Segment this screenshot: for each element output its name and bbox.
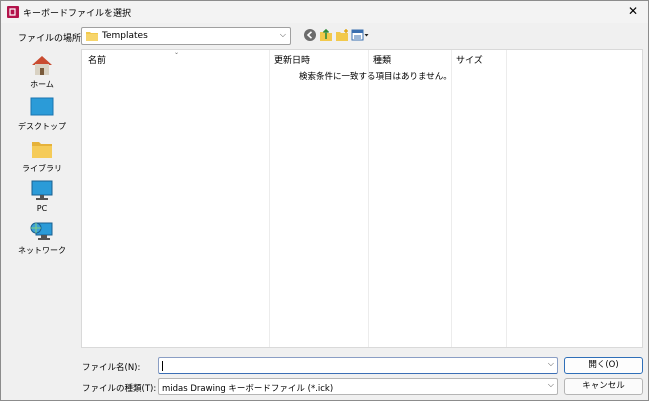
sort-arrow-icon: ⌄ [174,49,180,56]
column-divider [269,50,270,347]
column-header-size[interactable]: サイズ [456,53,483,66]
close-button[interactable]: ✕ [618,1,648,23]
filetype-select[interactable]: midas Drawing キーボードファイル (*.ick) ⌵ [158,378,558,395]
filetype-value: midas Drawing キーボードファイル (*.ick) [162,384,334,394]
look-in-value: Templates [102,31,148,41]
places-bar: ホーム デスクトップ ライブラリ PC ネットワーク [9,49,75,349]
network-icon [30,222,53,240]
column-divider [368,50,369,347]
place-home[interactable]: ホーム [9,54,75,92]
column-divider [451,50,452,347]
app-logo-icon [7,6,19,18]
filename-label: ファイル名(N): [82,363,141,373]
file-list[interactable]: ⌄ 名前 更新日時 種類 サイズ 検索条件に一致する項目はありません。 [81,49,643,348]
place-pc[interactable]: PC [9,179,75,217]
desktop-icon [30,97,54,116]
back-icon[interactable] [303,28,317,42]
column-header-modified[interactable]: 更新日時 [274,53,310,66]
chevron-down-icon: ⌵ [547,380,554,389]
view-menu-icon[interactable] [351,28,369,42]
chevron-down-icon: ⌵ [279,30,286,39]
place-desktop[interactable]: デスクトップ [9,96,75,134]
place-label: ライブラリ [22,164,62,173]
column-divider [506,50,507,347]
filename-input[interactable]: ⌵ [158,357,558,374]
column-header-type[interactable]: 種類 [373,53,391,66]
place-label: デスクトップ [18,122,66,131]
title-bar: キーボードファイルを選択 ✕ [1,1,648,23]
cancel-button[interactable]: キャンセル [564,378,643,395]
empty-message: 検索条件に一致する項目はありません。 [299,72,452,82]
open-button[interactable]: 開く(O) [564,357,643,374]
library-folder-icon [32,142,52,158]
place-label: ネットワーク [18,246,66,255]
look-in-dropdown[interactable]: Templates ⌵ [81,27,291,45]
up-folder-icon[interactable] [319,28,333,42]
folder-icon [86,32,98,41]
home-icon [32,56,52,75]
place-label: ホーム [30,80,54,89]
place-library[interactable]: ライブラリ [9,138,75,176]
new-folder-icon[interactable] [335,28,349,42]
place-network[interactable]: ネットワーク [9,220,75,258]
filetype-label: ファイルの種類(T): [82,384,157,394]
text-caret [162,361,163,371]
pc-icon [31,180,53,200]
window-title: キーボードファイルを選択 [23,9,132,19]
chevron-down-icon[interactable]: ⌵ [548,359,554,369]
column-header-name[interactable]: 名前 [88,53,106,66]
file-open-dialog: キーボードファイルを選択 ✕ ファイルの場所(I): Templates ⌵ ホ… [0,0,649,401]
place-label: PC [36,204,48,213]
